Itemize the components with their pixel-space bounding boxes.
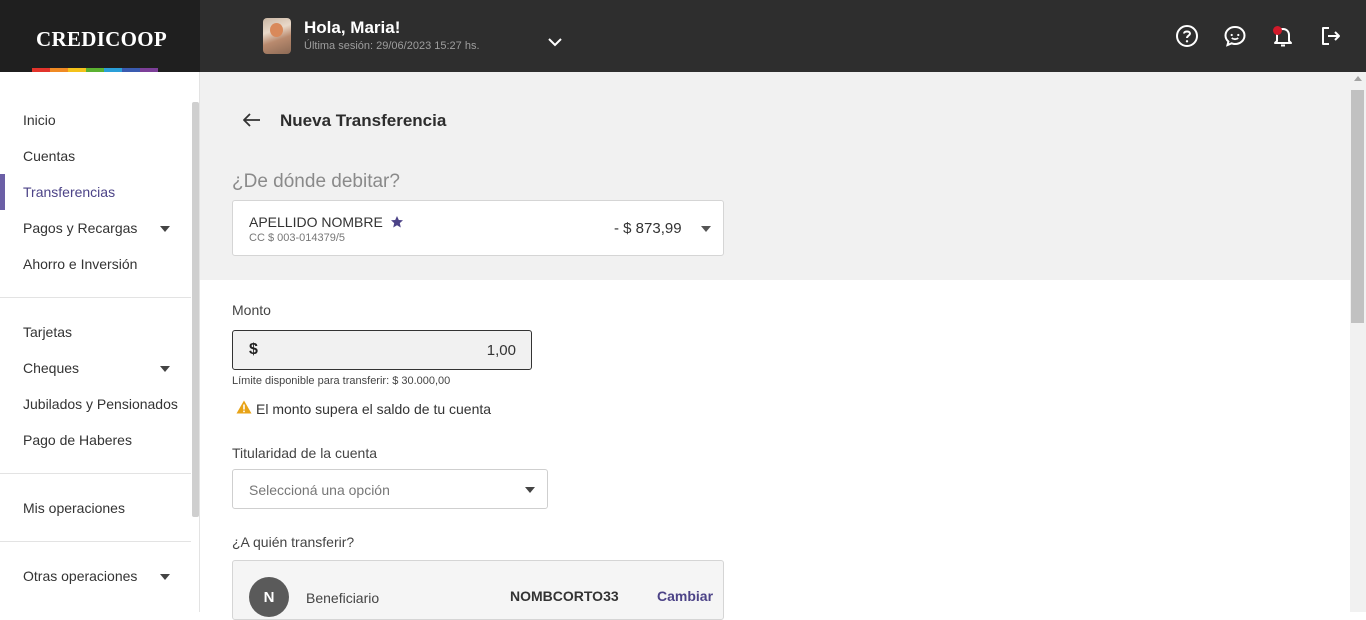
user-greeting: Hola, Maria! bbox=[304, 18, 401, 37]
account-number: CC $ 003-014379/5 bbox=[249, 232, 346, 244]
caret-down-icon[interactable] bbox=[160, 366, 170, 372]
sidebar-item-cuentas[interactable]: Cuentas bbox=[23, 148, 75, 164]
change-recipient-link[interactable]: Cambiar bbox=[657, 588, 713, 604]
chevron-down-icon[interactable] bbox=[545, 32, 565, 52]
caret-down-icon[interactable] bbox=[525, 487, 535, 493]
notification-badge bbox=[1273, 26, 1282, 35]
top-bar: CREDICOOP Hola, Maria! Última sesión: 29… bbox=[0, 0, 1366, 72]
recipient-avatar: N bbox=[249, 577, 289, 617]
debit-question: ¿De dónde debitar? bbox=[232, 171, 400, 192]
amount-value: 1,00 bbox=[486, 342, 516, 359]
scroll-up-arrow-icon[interactable] bbox=[1354, 76, 1362, 81]
last-session-text: Última sesión: 29/06/2023 15:27 hs. bbox=[304, 40, 480, 52]
sidebar-item-jubilados[interactable]: Jubilados y Pensionados bbox=[23, 396, 178, 412]
amount-input[interactable]: $ 1,00 bbox=[232, 330, 532, 370]
sidebar-scrollbar[interactable] bbox=[192, 102, 199, 517]
sidebar-divider bbox=[0, 473, 191, 474]
caret-down-icon[interactable] bbox=[160, 226, 170, 232]
caret-down-icon[interactable] bbox=[701, 226, 711, 232]
user-avatar[interactable] bbox=[263, 18, 291, 54]
recipient-label: Beneficiario bbox=[306, 590, 380, 606]
logout-icon[interactable] bbox=[1319, 24, 1343, 48]
recipient-question: ¿A quién transferir? bbox=[232, 534, 355, 550]
account-balance: - $ 873,99 bbox=[614, 220, 682, 237]
amount-label: Monto bbox=[232, 302, 271, 318]
recipient-card: N Beneficiario NOMBCORTO33 Cambiar bbox=[232, 560, 724, 620]
sidebar-item-mis-operaciones[interactable]: Mis operaciones bbox=[23, 500, 125, 516]
sidebar-item-otras-operaciones[interactable]: Otras operaciones bbox=[23, 568, 137, 584]
ownership-label: Titularidad de la cuenta bbox=[232, 445, 378, 461]
ownership-select[interactable]: Seleccioná una opción bbox=[232, 469, 548, 509]
warning-icon bbox=[236, 400, 252, 414]
currency-symbol: $ bbox=[249, 341, 258, 358]
sidebar-divider bbox=[0, 297, 191, 298]
sidebar-item-tarjetas[interactable]: Tarjetas bbox=[23, 324, 72, 340]
ownership-placeholder: Seleccioná una opción bbox=[249, 482, 390, 498]
logo-text: CREDICOOP bbox=[36, 27, 168, 51]
sidebar-item-ahorro-inversion[interactable]: Ahorro e Inversión bbox=[23, 256, 137, 272]
recipient-short-name: NOMBCORTO33 bbox=[510, 588, 619, 604]
account-holder-name: APELLIDO NOMBRE bbox=[249, 214, 383, 230]
sidebar-item-inicio[interactable]: Inicio bbox=[23, 112, 56, 128]
active-nav-indicator bbox=[0, 174, 5, 210]
debit-account-selector[interactable]: APELLIDO NOMBRE CC $ 003-014379/5 - $ 87… bbox=[232, 200, 724, 256]
sidebar-divider bbox=[0, 541, 191, 542]
star-icon bbox=[391, 216, 403, 228]
amount-warning-text: El monto supera el saldo de tu cuenta bbox=[256, 401, 492, 417]
sidebar-item-transferencias[interactable]: Transferencias bbox=[23, 184, 115, 200]
sidebar-item-pago-haberes[interactable]: Pago de Haberes bbox=[23, 432, 132, 448]
transfer-limit-text: Límite disponible para transferir: $ 30.… bbox=[232, 375, 451, 387]
back-arrow-icon[interactable] bbox=[241, 109, 263, 131]
help-icon[interactable] bbox=[1175, 24, 1199, 48]
chat-icon[interactable] bbox=[1223, 24, 1247, 48]
page-title: Nueva Transferencia bbox=[280, 111, 447, 130]
sidebar-item-cheques[interactable]: Cheques bbox=[23, 360, 79, 376]
sidebar-item-pagos-recargas[interactable]: Pagos y Recargas bbox=[23, 220, 137, 236]
caret-down-icon[interactable] bbox=[160, 574, 170, 580]
logo[interactable]: CREDICOOP bbox=[0, 0, 200, 72]
page-scrollbar-thumb[interactable] bbox=[1351, 90, 1364, 323]
